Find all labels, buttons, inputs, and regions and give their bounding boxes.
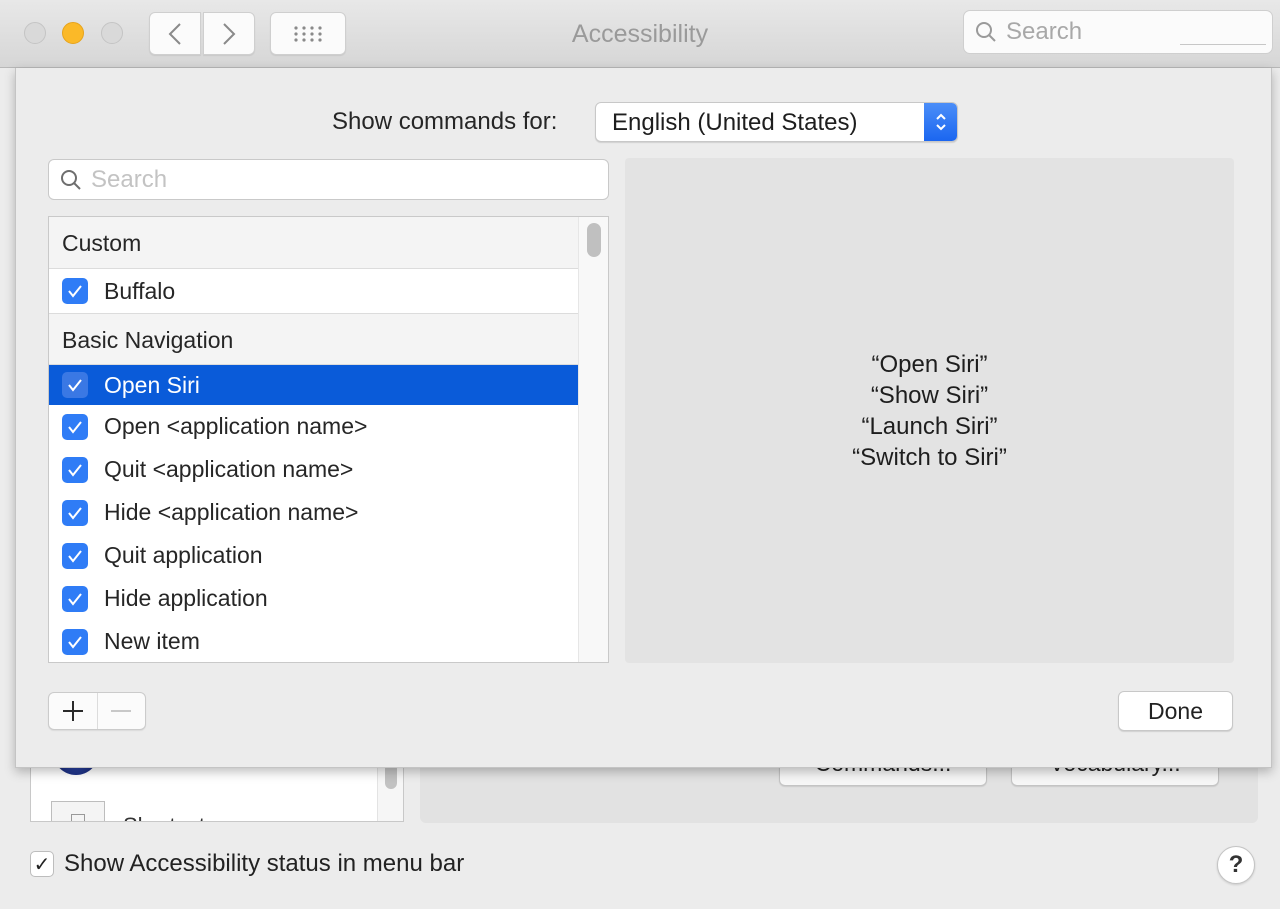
group-header-custom: Custom xyxy=(49,217,579,269)
checkmark-icon xyxy=(68,635,82,649)
status-checkbox[interactable]: ✓ xyxy=(30,851,54,877)
command-checkbox[interactable] xyxy=(62,456,88,483)
command-row[interactable]: Open <application name> xyxy=(49,405,579,448)
command-search-input[interactable] xyxy=(91,165,571,194)
status-checkbox-label: Show Accessibility status in menu bar xyxy=(64,850,465,877)
search-icon xyxy=(976,22,996,42)
background-list-scrollbar[interactable] xyxy=(377,761,403,821)
search-icon xyxy=(61,169,81,190)
command-checkbox[interactable] xyxy=(62,499,88,526)
phrase: “Launch Siri” xyxy=(861,412,998,440)
command-checkbox[interactable] xyxy=(62,372,88,398)
select-arrows-icon xyxy=(924,103,957,141)
language-select[interactable]: English (United States) xyxy=(595,102,958,142)
command-row[interactable]: New item xyxy=(49,620,579,662)
command-checkbox[interactable] xyxy=(62,585,88,612)
command-phrases-panel: “Open Siri” “Show Siri” “Launch Siri” “S… xyxy=(625,158,1234,663)
command-label: Quit application xyxy=(104,542,263,568)
command-checkbox[interactable] xyxy=(62,413,88,440)
commands-sheet: Show commands for: English (United State… xyxy=(15,68,1272,768)
command-checkbox[interactable] xyxy=(62,628,88,655)
done-button[interactable]: Done xyxy=(1118,691,1233,731)
checkmark-icon xyxy=(68,420,82,434)
command-checkbox[interactable] xyxy=(62,542,88,569)
checkmark-icon xyxy=(68,549,82,563)
remove-command-button[interactable] xyxy=(98,693,146,729)
group-header-basic-navigation: Basic Navigation xyxy=(49,313,579,365)
command-label: Open <application name> xyxy=(104,413,368,439)
command-row[interactable]: Quit application xyxy=(49,534,579,577)
command-label: Open Siri xyxy=(104,371,200,398)
search-underline xyxy=(1180,44,1266,45)
command-search-field[interactable] xyxy=(48,159,609,200)
command-row[interactable]: Hide application xyxy=(49,577,579,620)
background-feature-list[interactable]: Shortcut xyxy=(30,760,404,822)
phrase: “Switch to Siri” xyxy=(852,443,1007,471)
command-list[interactable]: Custom Buffalo Basic Navigation Open Sir… xyxy=(48,216,609,663)
command-row-selected[interactable]: Open Siri xyxy=(49,365,579,405)
checkmark-icon xyxy=(68,285,82,298)
language-select-value: English (United States) xyxy=(612,109,858,136)
command-label: Buffalo xyxy=(104,277,176,304)
add-command-button[interactable] xyxy=(49,693,98,729)
command-row[interactable]: Hide <application name> xyxy=(49,491,579,534)
show-commands-label: Show commands for: xyxy=(332,108,558,135)
command-label: Hide application xyxy=(104,585,268,611)
search-placeholder: Search xyxy=(1006,18,1083,45)
checkmark-icon xyxy=(68,463,82,477)
command-row[interactable]: Quit <application name> xyxy=(49,448,579,491)
command-label: New item xyxy=(104,628,200,654)
command-checkbox[interactable] xyxy=(62,278,88,304)
command-row[interactable]: Buffalo xyxy=(49,269,579,313)
phrase: “Open Siri” xyxy=(871,350,988,378)
command-list-scrollbar[interactable] xyxy=(578,217,608,662)
command-label: Quit <application name> xyxy=(104,456,354,482)
help-button[interactable]: ? xyxy=(1217,846,1255,884)
preferences-search-field[interactable]: Search xyxy=(963,10,1273,54)
command-label: Hide <application name> xyxy=(104,499,359,525)
checkmark-icon xyxy=(68,379,82,392)
add-remove-control xyxy=(48,692,146,730)
title-bar: Accessibility Search xyxy=(0,0,1280,68)
status-menu-bar-option[interactable]: ✓ Show Accessibility status in menu bar xyxy=(30,850,464,878)
checkmark-icon xyxy=(68,506,82,520)
background-list-item-label: Shortcut xyxy=(123,813,205,821)
checkmark-icon xyxy=(68,592,82,606)
plus-icon xyxy=(62,701,83,721)
phrase: “Show Siri” xyxy=(870,381,989,409)
minus-icon xyxy=(111,710,132,712)
scrollbar-thumb[interactable] xyxy=(587,223,601,257)
app-icon xyxy=(51,801,105,821)
